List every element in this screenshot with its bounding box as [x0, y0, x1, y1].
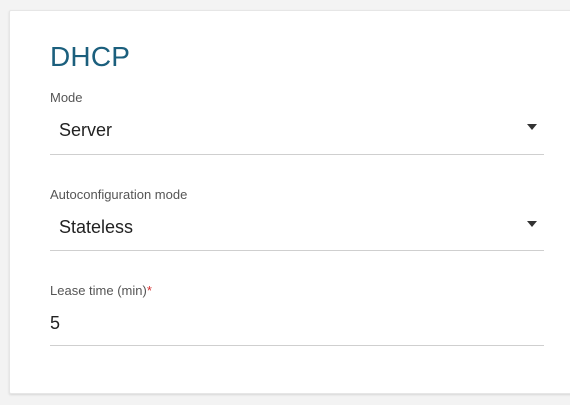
mode-value: Server — [59, 120, 113, 140]
lease-time-input[interactable]: 5 — [50, 313, 60, 334]
lease-time-label-text: Lease time (min) — [50, 283, 147, 298]
lease-time-field[interactable]: Lease time (min)* 5 — [50, 283, 544, 347]
mode-underline — [50, 154, 544, 155]
required-marker: * — [146, 283, 152, 298]
lease-time-underline — [50, 345, 544, 346]
section-title: DHCP — [50, 41, 131, 72]
autoconfiguration-mode-underline — [50, 250, 544, 251]
page: DHCP Mode Server Autoconfiguration mode … — [0, 0, 570, 405]
dhcp-card: DHCP Mode Server Autoconfiguration mode … — [9, 10, 570, 394]
mode-label: Mode — [50, 90, 83, 105]
lease-time-label: Lease time (min)* — [50, 283, 152, 298]
mode-dropdown-icon[interactable] — [527, 124, 537, 130]
autoconfiguration-mode-dropdown-icon[interactable] — [527, 221, 537, 227]
autoconfiguration-mode-select[interactable]: Autoconfiguration mode Stateless — [50, 187, 544, 253]
mode-select[interactable]: Mode Server — [50, 90, 544, 156]
autoconfiguration-mode-label: Autoconfiguration mode — [50, 187, 188, 202]
autoconfiguration-mode-value: Stateless — [59, 217, 134, 237]
